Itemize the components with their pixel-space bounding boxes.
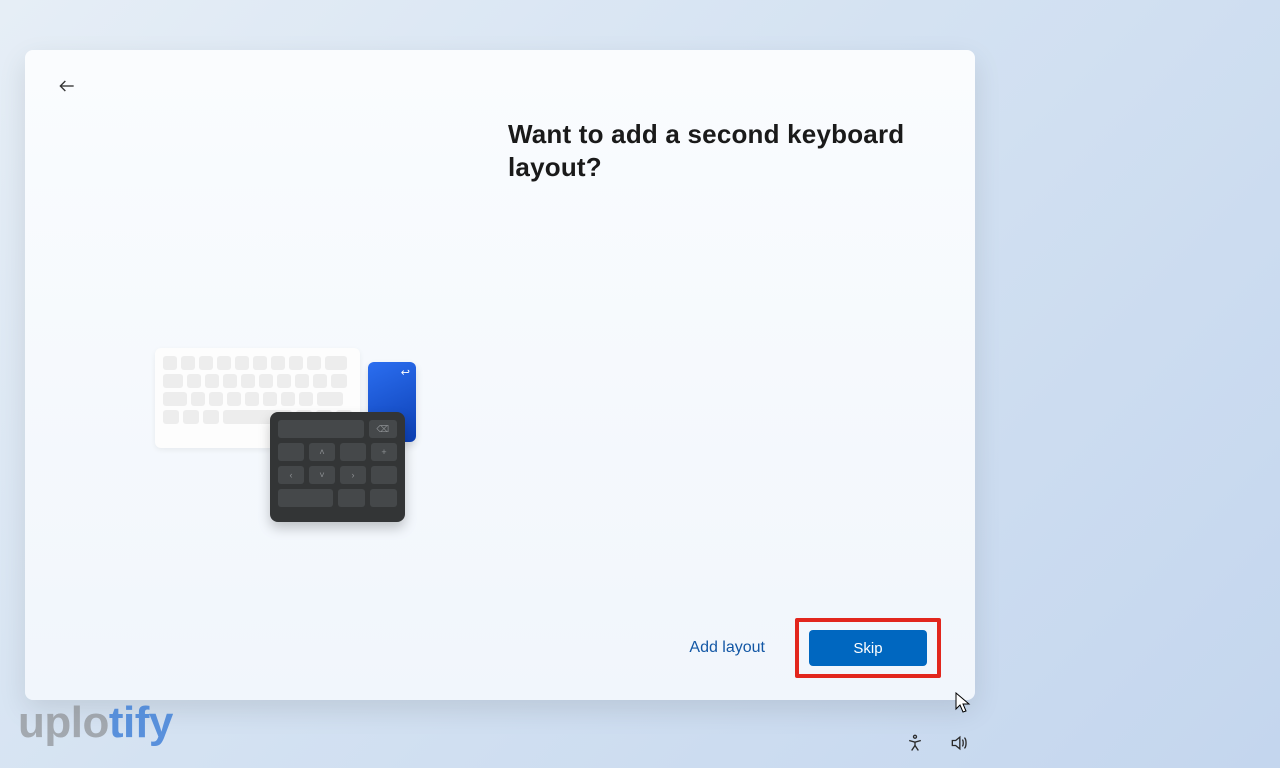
keyboard-illustration: ⌫ ˄+ ‹˅› (155, 348, 435, 548)
footer-actions: Add layout Skip (55, 618, 945, 678)
system-tray (904, 732, 970, 754)
right-column: Want to add a second keyboard layout? (500, 118, 945, 618)
left-column: ⌫ ˄+ ‹˅› (55, 118, 500, 618)
accessibility-icon (905, 733, 925, 753)
watermark-part2: tify (109, 698, 173, 747)
page-heading: Want to add a second keyboard layout? (508, 118, 905, 183)
watermark-text: uplotify (18, 698, 173, 748)
highlight-box: Skip (795, 618, 941, 678)
back-button[interactable] (55, 74, 79, 98)
add-layout-button[interactable]: Add layout (681, 629, 773, 667)
accessibility-button[interactable] (904, 732, 926, 754)
volume-button[interactable] (948, 732, 970, 754)
arrow-left-icon (57, 76, 77, 96)
skip-button[interactable]: Skip (809, 630, 927, 666)
oobe-dialog: ⌫ ˄+ ‹˅› Want to add a second keyboard l… (25, 50, 975, 700)
dark-numpad-graphic: ⌫ ˄+ ‹˅› (270, 412, 405, 522)
watermark-part1: uplo (18, 698, 109, 747)
content-row: ⌫ ˄+ ‹˅› Want to add a second keyboard l… (55, 118, 945, 618)
volume-icon (949, 733, 969, 753)
